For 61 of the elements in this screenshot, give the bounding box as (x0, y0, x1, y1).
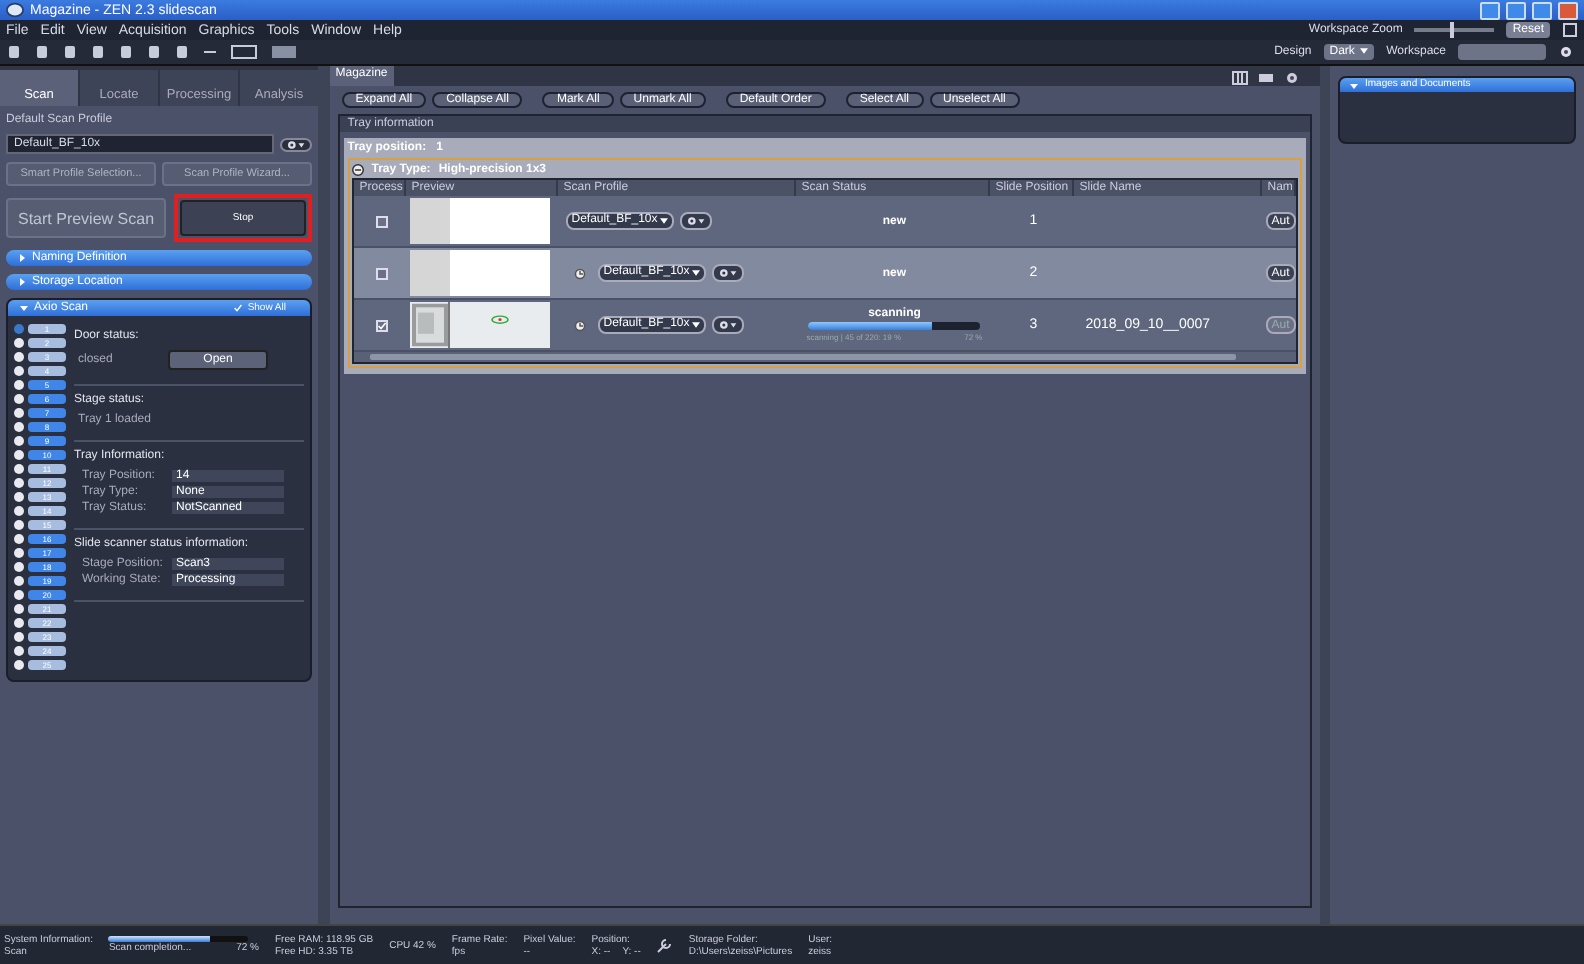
slot-dot[interactable] (14, 660, 24, 670)
slot-dot[interactable] (14, 534, 24, 544)
slot-dot[interactable] (14, 380, 24, 390)
slot-dot[interactable] (14, 338, 24, 348)
slot-dot[interactable] (14, 632, 24, 642)
slot-dot[interactable] (14, 324, 24, 334)
expand-arrow-icon (20, 304, 28, 312)
slot-dot[interactable] (14, 492, 24, 502)
slot-dot[interactable] (14, 394, 24, 404)
gear-caret-icon (717, 268, 738, 278)
gear-caret-icon (286, 139, 306, 149)
settings-button[interactable] (679, 212, 712, 230)
slot-dot[interactable] (14, 366, 24, 376)
clock-icon (573, 319, 586, 331)
slider-thumb[interactable] (1450, 22, 1455, 38)
slot-dot[interactable] (14, 464, 24, 474)
slot-dot[interactable] (14, 646, 24, 656)
clock-icon (573, 267, 586, 279)
collapse-icon[interactable] (351, 164, 364, 176)
window-icon[interactable] (230, 44, 258, 60)
slot-dot[interactable] (14, 618, 24, 628)
app-logo-icon (6, 2, 24, 18)
slot-dot[interactable] (14, 506, 24, 516)
gear-icon[interactable] (1283, 70, 1300, 86)
expand-arrow-icon (1350, 81, 1359, 89)
slot-dot[interactable] (14, 590, 24, 600)
undock-icon[interactable] (1562, 22, 1578, 38)
slot-dot[interactable] (14, 436, 24, 446)
start-preview-button[interactable]: Start Preview Scan (6, 198, 166, 238)
slot-dot[interactable] (14, 352, 24, 362)
expand-arrow-icon (18, 254, 26, 262)
gear-caret-icon (717, 320, 738, 330)
checkbox[interactable] (375, 319, 388, 331)
slot-dot[interactable] (14, 604, 24, 614)
keyboard-icon[interactable] (1257, 70, 1274, 86)
slot-dot[interactable] (14, 478, 24, 488)
settings-button[interactable] (280, 137, 312, 151)
wrench-icon[interactable] (656, 937, 673, 953)
expand-arrow-icon (18, 278, 26, 286)
slide-preview (409, 250, 550, 296)
slot-dot[interactable] (14, 520, 24, 530)
slide-preview (409, 198, 550, 244)
slot-dot[interactable] (14, 548, 24, 558)
checkbox[interactable] (375, 267, 388, 279)
slot-dot[interactable] (14, 422, 24, 432)
grid-icon[interactable] (1231, 70, 1248, 86)
settings-button[interactable] (711, 264, 744, 282)
slot-dot[interactable] (14, 408, 24, 418)
caret-icon (1360, 48, 1369, 54)
scrollbar-thumb[interactable] (369, 354, 1236, 360)
gear-caret-icon (685, 216, 706, 226)
caret-icon (691, 322, 700, 328)
slot-dot[interactable] (14, 576, 24, 586)
monitor-icon[interactable] (270, 44, 298, 60)
caret-icon (691, 270, 700, 276)
check-icon (233, 304, 242, 312)
slot-dot[interactable] (14, 450, 24, 460)
caret-icon (659, 218, 668, 224)
slot-dot[interactable] (14, 562, 24, 572)
settings-button[interactable] (711, 316, 744, 334)
checkbox[interactable] (375, 215, 388, 227)
